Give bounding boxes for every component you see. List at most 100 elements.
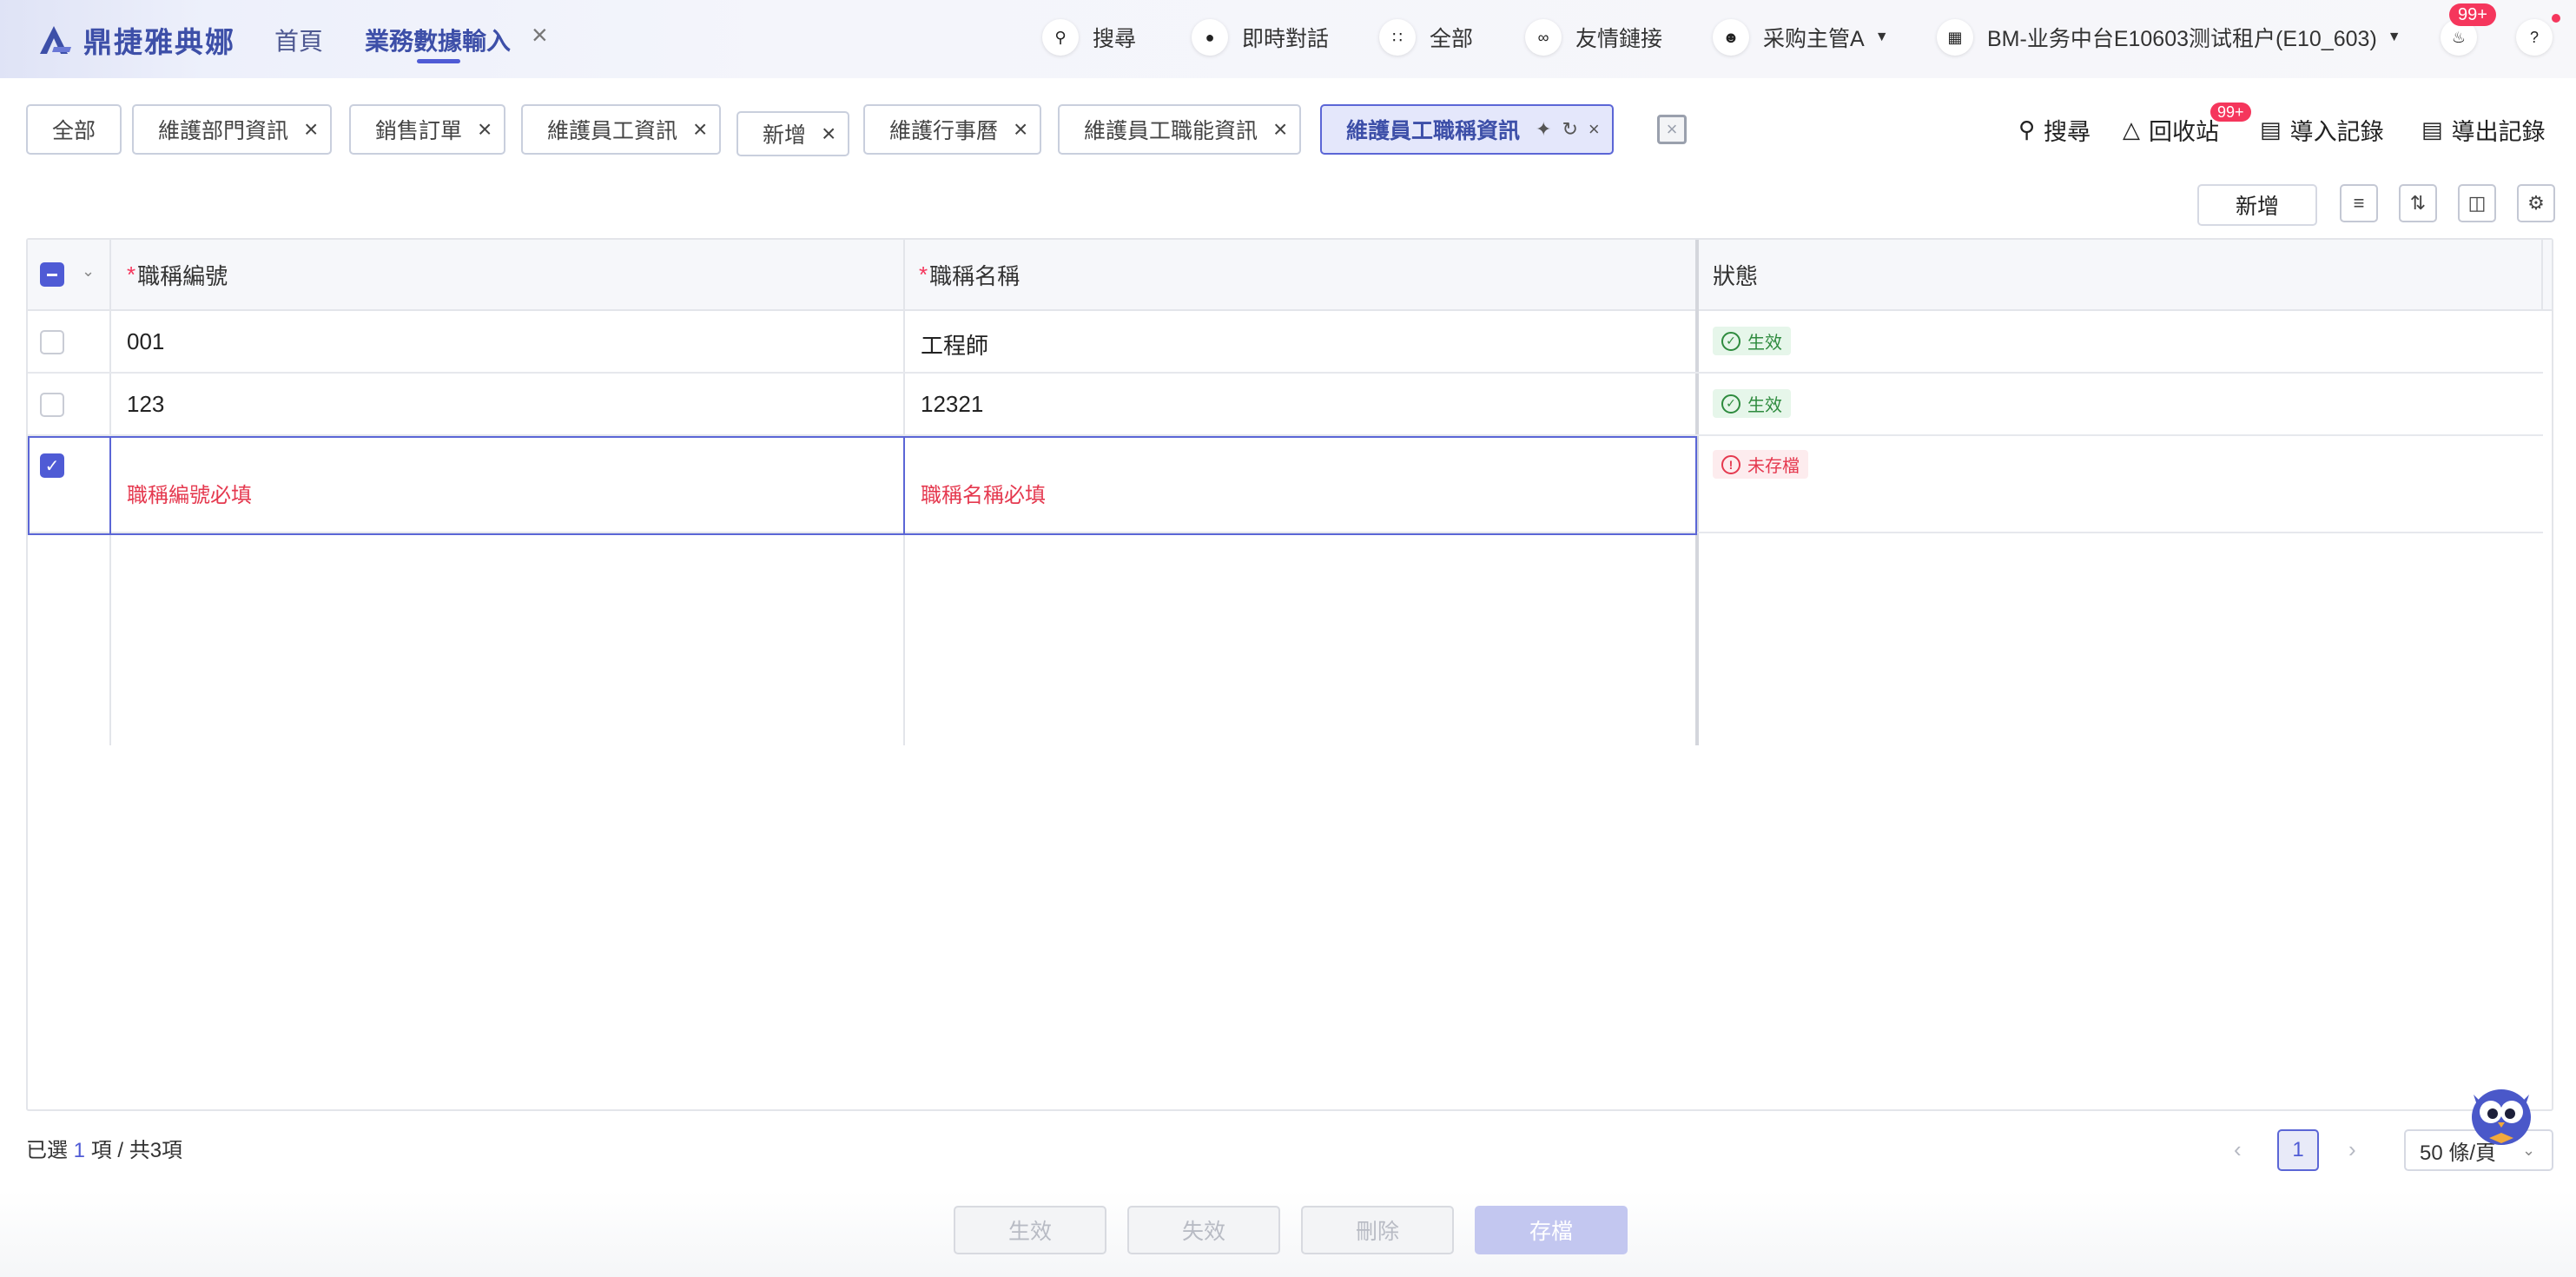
code-input-cell[interactable]	[109, 436, 905, 535]
chat-label: 即時對話	[1242, 27, 1330, 51]
tab-calendar[interactable]: 維護行事曆 ×	[863, 104, 1042, 155]
export-log-tool[interactable]: ▤ 導出記錄	[2421, 113, 2546, 147]
recycle-icon: △	[2123, 116, 2140, 142]
help-dot	[2552, 14, 2560, 23]
required-mark: *	[127, 261, 136, 288]
row-checkbox[interactable]	[40, 330, 64, 354]
caret-down-icon: ▼	[2387, 30, 2401, 44]
close-icon[interactable]: ×	[478, 116, 492, 143]
nav-close-icon[interactable]: ×	[532, 19, 548, 51]
link-icon: ∞	[1525, 19, 1562, 56]
selection-prefix: 已選	[26, 1139, 68, 1162]
tab-employee-title[interactable]: 維護員工職稱資訊 ✦ ↻ ×	[1320, 104, 1614, 155]
close-icon[interactable]: ×	[693, 116, 707, 143]
table-row[interactable]: 123 12321 ✓ 生效	[28, 374, 2543, 436]
sort-icon[interactable]: ⇅	[2399, 184, 2437, 222]
column-header-name[interactable]: * 職稱名稱	[919, 240, 1020, 309]
pin-icon[interactable]: ✦	[1536, 118, 1551, 141]
tenant-menu[interactable]: ▦ BM-业务中台E10603测试租户(E10_603) ▼	[1937, 19, 2401, 56]
row-height-icon[interactable]: ≡	[2340, 184, 2378, 222]
status-text: 未存檔	[1747, 457, 1800, 476]
activate-button[interactable]: 生效	[954, 1206, 1106, 1254]
column-header-code[interactable]: * 職稱編號	[127, 240, 228, 309]
cell-name[interactable]: 12321	[921, 391, 983, 418]
close-all-tabs-icon[interactable]: ×	[1657, 115, 1687, 144]
chat-icon: ●	[1192, 19, 1228, 56]
column-label: 狀態	[1713, 262, 1759, 289]
add-button[interactable]: 新增	[2197, 184, 2317, 226]
nav-home[interactable]: 首頁	[274, 23, 323, 57]
close-icon[interactable]: ×	[1014, 116, 1027, 143]
selection-summary: 已選 1 項 / 共3項	[26, 1133, 182, 1163]
status-badge: ✓ 生效	[1713, 327, 1791, 355]
close-icon[interactable]: ×	[1273, 116, 1287, 143]
status-badge-unsaved: ! 未存檔	[1713, 450, 1808, 479]
page-number-current[interactable]: 1	[2277, 1129, 2319, 1171]
check-circle-icon: ✓	[1721, 331, 1740, 351]
tab-all[interactable]: 全部	[26, 104, 122, 155]
tab-label: 維護員工資訊	[547, 119, 678, 143]
recycle-label: 回收站	[2149, 119, 2219, 145]
table-row[interactable]: 001 工程師 ✓ 生效	[28, 311, 2543, 374]
user-menu[interactable]: ☻ 采购主管A ▼	[1713, 19, 1889, 56]
save-button[interactable]: 存檔	[1475, 1206, 1628, 1254]
data-table: ⌄ * 職稱編號 * 職稱名稱 狀態 001 工程師 ✓ 生效 123 1232…	[26, 238, 2553, 1111]
tab-new[interactable]: 新增 ×	[736, 111, 850, 156]
close-icon[interactable]: ×	[304, 116, 318, 143]
notification-badge: 99+	[2449, 3, 2496, 26]
building-icon: ▦	[1937, 19, 1973, 56]
row-checkbox[interactable]	[40, 393, 64, 417]
tab-employee-function[interactable]: 維護員工職能資訊 ×	[1058, 104, 1302, 155]
delete-button[interactable]: 刪除	[1301, 1206, 1454, 1254]
status-text: 生效	[1747, 396, 1782, 415]
import-log-label: 導入記錄	[2289, 119, 2384, 145]
cell-name[interactable]: 工程師	[921, 328, 988, 361]
grid-icon: ∷	[1379, 19, 1416, 56]
tab-employee-info[interactable]: 維護員工資訊 ×	[521, 104, 722, 155]
selection-count: 1	[73, 1139, 86, 1162]
column-header-status[interactable]: 狀態	[1713, 240, 1758, 309]
close-icon[interactable]: ×	[1589, 118, 1600, 141]
table-header: ⌄ * 職稱編號 * 職稱名稱 狀態	[28, 240, 2552, 311]
cell-code[interactable]: 123	[127, 391, 164, 418]
search-icon: ⚲	[2018, 116, 2036, 142]
export-icon: ▤	[2421, 116, 2443, 142]
logo-text: 鼎捷雅典娜	[83, 26, 235, 58]
cell-code[interactable]: 001	[127, 328, 164, 355]
top-search-button[interactable]: ⚲ 搜尋	[1042, 19, 1136, 56]
recycle-bin-tool[interactable]: △ 回收站	[2123, 113, 2219, 147]
app-logo[interactable]: 鼎捷雅典娜	[36, 19, 235, 61]
all-apps-button[interactable]: ∷ 全部	[1379, 19, 1473, 56]
deactivate-button[interactable]: 失效	[1127, 1206, 1280, 1254]
next-page-icon[interactable]: ›	[2348, 1136, 2356, 1163]
tab-label: 全部	[52, 119, 96, 143]
tab-dept-info[interactable]: 維護部門資訊 ×	[132, 104, 333, 155]
top-search-label: 搜尋	[1093, 27, 1137, 51]
chat-button[interactable]: ● 即時對話	[1192, 19, 1329, 56]
close-icon[interactable]: ×	[822, 120, 836, 148]
refresh-icon[interactable]: ↻	[1562, 118, 1577, 141]
columns-icon[interactable]: ◫	[2458, 184, 2496, 222]
tab-label: 維護部門資訊	[158, 119, 289, 143]
help-button[interactable]: ?	[2516, 19, 2553, 56]
export-log-label: 導出記錄	[2451, 119, 2546, 145]
top-bar: 鼎捷雅典娜 首頁 業務數據輸入 × ⚲ 搜尋 ● 即時對話 ∷ 全部 ∞ 友情鏈…	[0, 0, 2576, 78]
caret-down-icon: ▼	[1874, 30, 1889, 44]
column-label: 職稱編號	[137, 262, 228, 289]
prev-page-icon[interactable]: ‹	[2234, 1136, 2242, 1163]
import-icon: ▤	[2260, 116, 2282, 142]
import-log-tool[interactable]: ▤ 導入記錄	[2260, 113, 2384, 147]
bottom-action-bar	[0, 1190, 2576, 1277]
search-icon: ⚲	[1042, 19, 1079, 56]
nav-business-data-input[interactable]: 業務數據輸入	[365, 23, 511, 57]
chevron-down-icon[interactable]: ⌄	[82, 262, 95, 281]
select-all-checkbox[interactable]	[40, 262, 64, 287]
help-icon: ?	[2516, 19, 2553, 56]
settings-icon[interactable]: ⚙	[2517, 184, 2555, 222]
tab-sales-order[interactable]: 銷售訂單 ×	[349, 104, 506, 155]
assistant-owl-icon[interactable]	[2465, 1077, 2538, 1150]
tab-label: 銷售訂單	[375, 119, 463, 143]
links-button[interactable]: ∞ 友情鏈接	[1525, 19, 1662, 56]
search-tool[interactable]: ⚲ 搜尋	[2018, 113, 2091, 147]
user-name: 采购主管A	[1763, 27, 1865, 51]
